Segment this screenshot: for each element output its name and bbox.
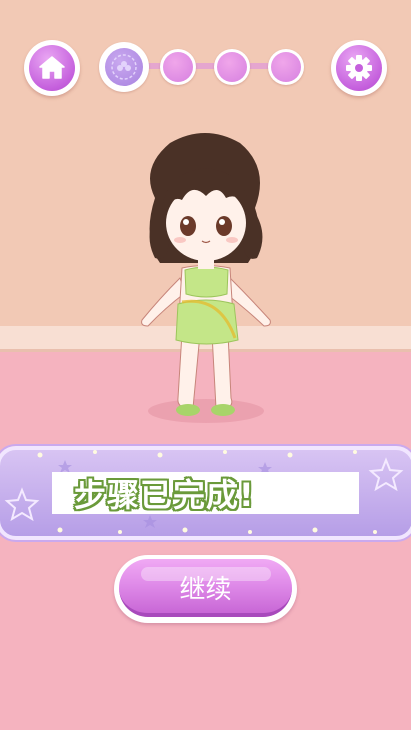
progress-step	[160, 49, 196, 85]
banner-message: 步骤已完成!	[74, 476, 255, 514]
doll-character	[141, 133, 271, 423]
progress-step	[214, 49, 250, 85]
progress-step	[268, 49, 304, 85]
continue-button-label: 继续	[179, 575, 232, 605]
home-button[interactable]	[24, 40, 80, 96]
gear-icon	[346, 55, 372, 81]
settings-button[interactable]	[331, 40, 387, 96]
progress-step-current	[99, 42, 149, 92]
home-icon	[39, 56, 65, 79]
continue-button[interactable]: 继续	[114, 555, 297, 623]
flower-icon	[111, 54, 137, 80]
